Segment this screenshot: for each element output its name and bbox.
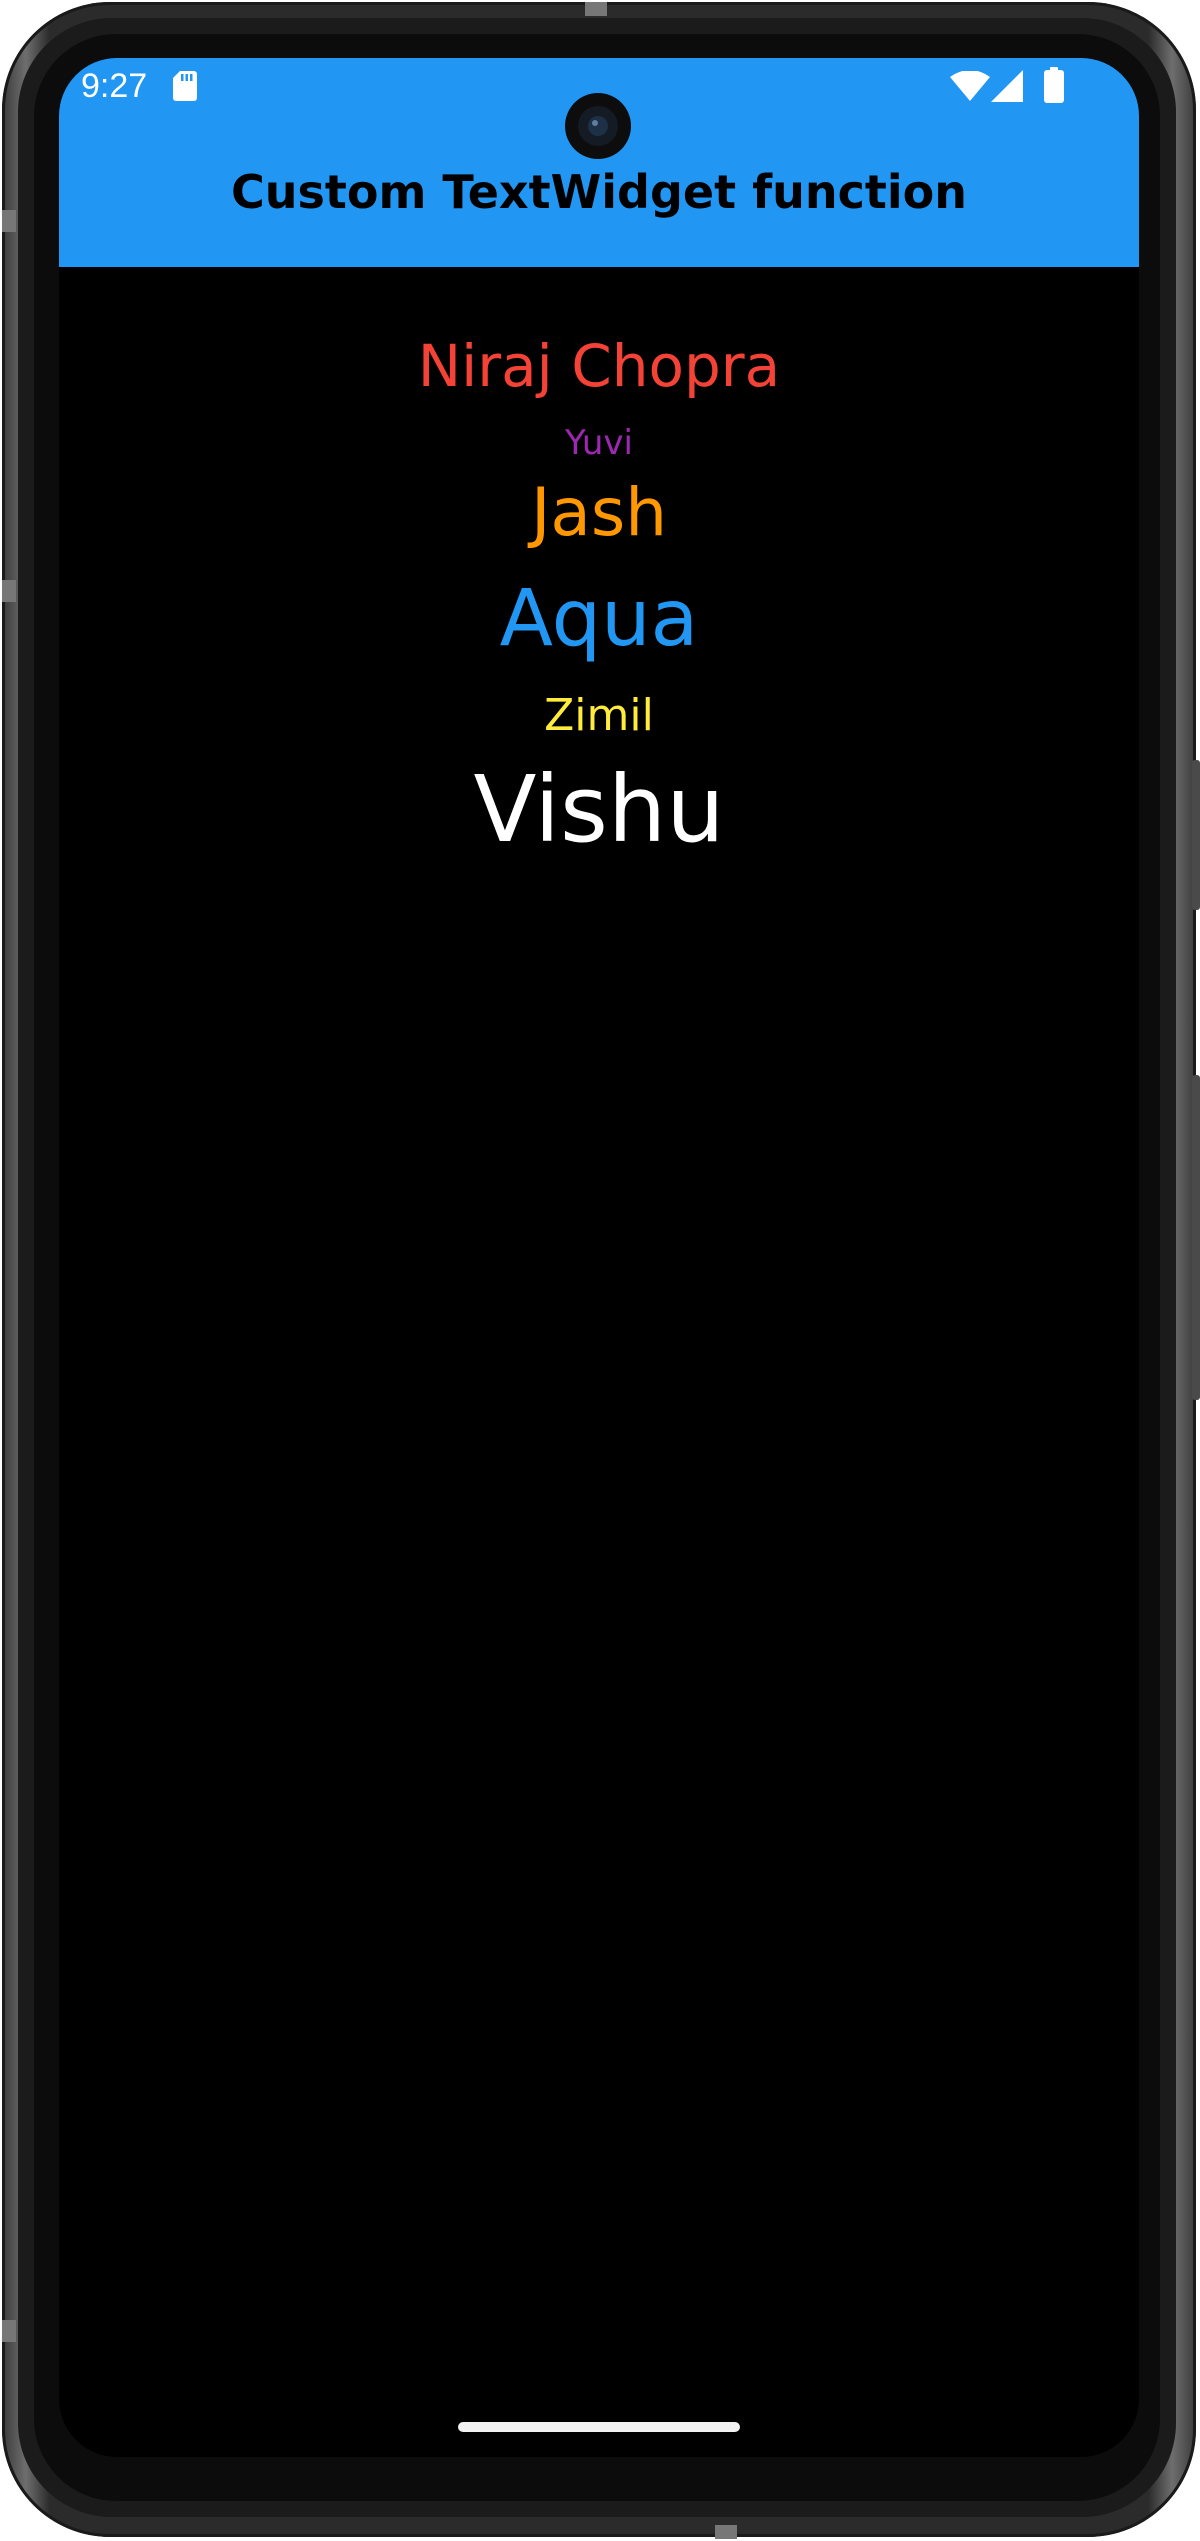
phone-device: 9:27 Custom TextWidget function Niraj Ch… [0,0,1200,2541]
page-title: Custom TextWidget function [231,165,967,219]
name-text: Niraj Chopra [417,332,781,400]
status-time: 9:27 [81,67,148,105]
name-text: Yuvi [565,423,633,463]
signal-icon [991,70,1023,102]
home-indicator[interactable] [458,2422,740,2432]
antenna-band-left [2,210,16,232]
app-bar: 9:27 Custom TextWidget function [59,58,1139,267]
antenna-band-bottom [715,2525,737,2539]
name-text: Aqua [499,574,699,664]
antenna-band-left [2,580,16,602]
power-button [1192,760,1200,910]
antenna-band-left [2,2320,16,2342]
sd-card-icon [173,71,197,101]
name-text: Jash [530,474,668,551]
wifi-icon [950,71,990,101]
front-camera-icon [565,93,631,159]
name-text: Vishu [473,756,725,863]
antenna-band-top [585,2,607,16]
battery-icon [1044,67,1064,103]
device-screen: 9:27 Custom TextWidget function Niraj Ch… [59,58,1139,2457]
volume-button [1192,1075,1200,1400]
name-text: Zimil [544,690,654,741]
